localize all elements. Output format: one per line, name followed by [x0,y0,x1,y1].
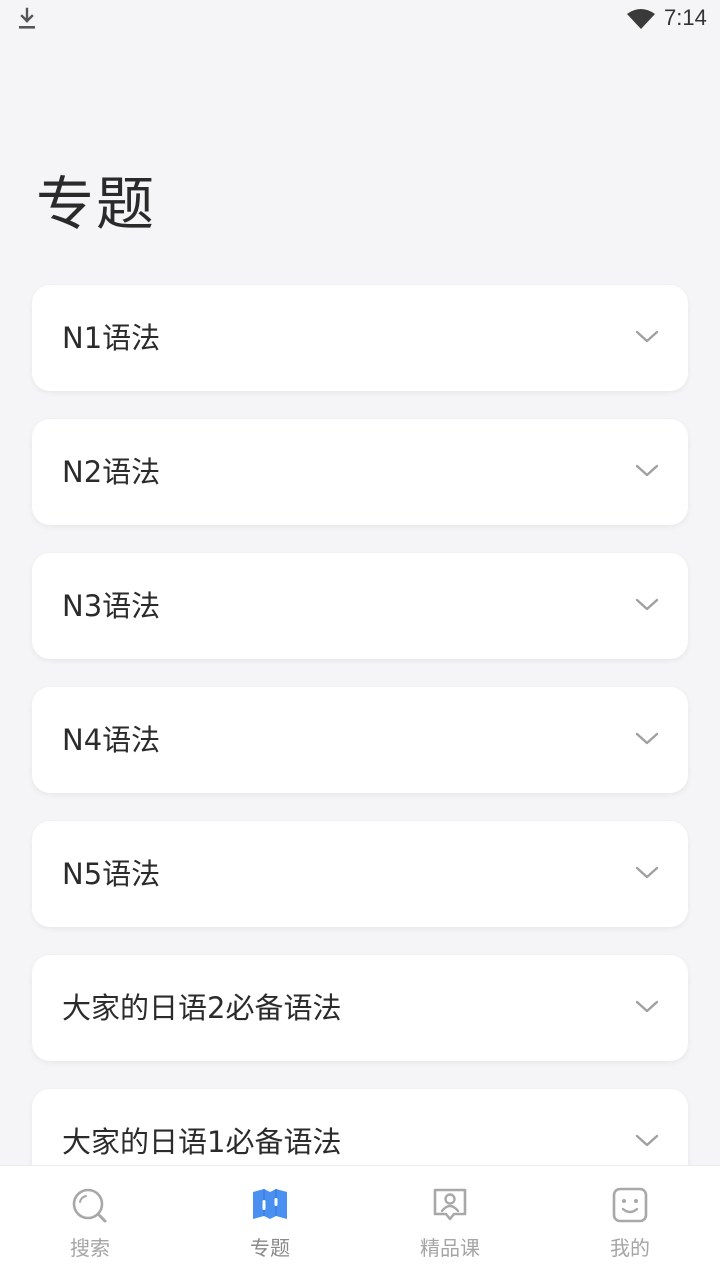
topic-label: 大家的日语2必备语法 [62,991,342,1025]
nav-item-mine[interactable]: 我的 [540,1166,720,1281]
topic-card-n1[interactable]: N1语法 [32,285,688,391]
status-bar: 7:14 [0,0,720,40]
chevron-down-icon[interactable] [634,729,660,747]
topic-card-n4[interactable]: N4语法 [32,687,688,793]
wifi-icon [627,9,655,29]
search-icon [72,1188,107,1223]
nav-label: 专题 [250,1236,290,1260]
page-title: 专题 [36,170,157,238]
download-icon [19,7,35,29]
nav-label: 搜索 [70,1236,110,1260]
topic-list: N1语法 N2语法 N3语法 N4语法 N5语法 大家的日语2必备语法 大家的日… [32,285,688,1223]
chevron-down-icon[interactable] [634,863,660,881]
nav-item-search[interactable]: 搜索 [0,1166,180,1281]
chevron-down-icon[interactable] [634,461,660,479]
profile-face-icon [612,1187,648,1223]
topic-card-n2[interactable]: N2语法 [32,419,688,525]
topic-label: N1语法 [62,321,161,355]
chevron-down-icon[interactable] [634,1131,660,1149]
topic-book-icon [253,1189,287,1219]
nav-item-courses[interactable]: 精品课 [360,1166,540,1281]
nav-label: 精品课 [420,1236,480,1260]
course-icon [433,1188,467,1221]
topic-label: N4语法 [62,723,161,757]
nav-item-topics[interactable]: 专题 [180,1166,360,1281]
topic-label: N3语法 [62,589,161,623]
chevron-down-icon[interactable] [634,997,660,1015]
status-time: 7:14 [664,5,707,30]
topic-card-n5[interactable]: N5语法 [32,821,688,927]
chevron-down-icon[interactable] [634,327,660,345]
topic-card-minna2[interactable]: 大家的日语2必备语法 [32,955,688,1061]
topic-card-n3[interactable]: N3语法 [32,553,688,659]
chevron-down-icon[interactable] [634,595,660,613]
topic-label: N2语法 [62,455,161,489]
nav-label: 我的 [610,1236,650,1260]
topic-label: N5语法 [62,857,161,891]
bottom-nav: 搜索 专题 精品课 我的 [0,1165,720,1281]
